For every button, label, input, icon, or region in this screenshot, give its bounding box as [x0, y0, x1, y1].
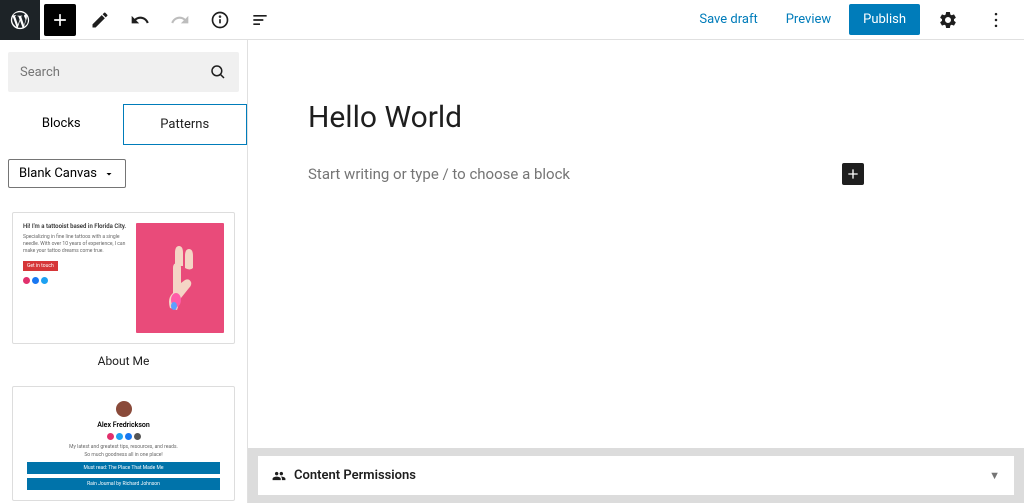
- bottom-meta-panel: Content Permissions ▼: [248, 448, 1024, 503]
- list-view-icon: [250, 10, 270, 30]
- content-permissions-panel[interactable]: Content Permissions ▼: [258, 456, 1014, 495]
- publish-button[interactable]: Publish: [849, 4, 920, 35]
- users-icon: [272, 469, 286, 483]
- content-permissions-label: Content Permissions: [294, 468, 416, 483]
- settings-button[interactable]: [932, 4, 964, 36]
- pattern-category-label: Blank Canvas: [19, 166, 97, 181]
- pattern-social-icons: [23, 433, 224, 440]
- plus-icon: [50, 10, 70, 30]
- undo-button[interactable]: [124, 4, 156, 36]
- save-draft-button[interactable]: Save draft: [689, 6, 767, 33]
- pattern-preview: Alex Fredrickson My latest and greatest …: [12, 386, 235, 501]
- pattern-category-dropdown[interactable]: Blank Canvas: [8, 159, 126, 188]
- topbar: Save draft Preview Publish: [0, 0, 1024, 40]
- inline-add-block-button[interactable]: [842, 163, 864, 185]
- pattern-body: Specializing in fine line tattoos with a…: [23, 234, 128, 255]
- pattern-preview: Hi! I'm a tattooist based in Florida Cit…: [12, 212, 235, 344]
- redo-icon: [170, 10, 190, 30]
- pencil-icon: [90, 10, 110, 30]
- edit-mode-button[interactable]: [84, 4, 116, 36]
- pattern-links[interactable]: Alex Fredrickson My latest and greatest …: [12, 386, 235, 501]
- list-view-button[interactable]: [244, 4, 276, 36]
- wordpress-icon: [9, 9, 31, 31]
- add-block-button[interactable]: [44, 4, 76, 36]
- hand-illustration-icon: [155, 238, 205, 318]
- block-placeholder: Start writing or type / to choose a bloc…: [308, 165, 570, 183]
- default-block-appender[interactable]: Start writing or type / to choose a bloc…: [308, 163, 864, 185]
- pattern-link-button: Must read: The Place That Made Me: [27, 462, 220, 474]
- more-options-button[interactable]: [980, 4, 1012, 36]
- info-button[interactable]: [204, 4, 236, 36]
- pattern-social-icons: [23, 277, 128, 284]
- chevron-down-icon: ▼: [989, 469, 1000, 482]
- chevron-down-icon: [103, 168, 115, 180]
- editor-canvas: Hello World Start writing or type / to c…: [248, 40, 1024, 503]
- search-icon: [209, 63, 227, 81]
- pattern-desc: So much goodness all in one place!: [23, 452, 224, 458]
- more-vertical-icon: [986, 10, 1006, 30]
- avatar-icon: [116, 401, 132, 417]
- post-title[interactable]: Hello World: [308, 100, 864, 135]
- pattern-author-name: Alex Fredrickson: [23, 421, 224, 429]
- tab-blocks[interactable]: Blocks: [0, 104, 123, 145]
- undo-icon: [130, 10, 150, 30]
- tab-patterns[interactable]: Patterns: [123, 104, 248, 145]
- pattern-link-button: Rain Journal by Richard Johnson: [27, 478, 220, 490]
- gear-icon: [938, 10, 958, 30]
- pattern-about-me[interactable]: Hi! I'm a tattooist based in Florida Cit…: [12, 212, 235, 368]
- preview-button[interactable]: Preview: [776, 6, 841, 33]
- pattern-label: About Me: [12, 354, 235, 368]
- plus-icon: [845, 166, 861, 182]
- pattern-heading: Hi! I'm a tattooist based in Florida Cit…: [23, 223, 128, 230]
- wordpress-logo[interactable]: [0, 0, 40, 40]
- topbar-right: Save draft Preview Publish: [689, 0, 1024, 40]
- pattern-desc: My latest and greatest tips, resources, …: [23, 444, 224, 450]
- redo-button[interactable]: [164, 4, 196, 36]
- search-box[interactable]: [8, 52, 239, 92]
- search-input[interactable]: [20, 65, 209, 80]
- info-icon: [210, 10, 230, 30]
- inserter-sidebar: Blocks Patterns Blank Canvas Hi! I'm a t…: [0, 40, 248, 503]
- pattern-cta: Get in touch: [23, 261, 58, 271]
- inserter-tabs: Blocks Patterns: [0, 104, 247, 145]
- pattern-image: [136, 223, 224, 333]
